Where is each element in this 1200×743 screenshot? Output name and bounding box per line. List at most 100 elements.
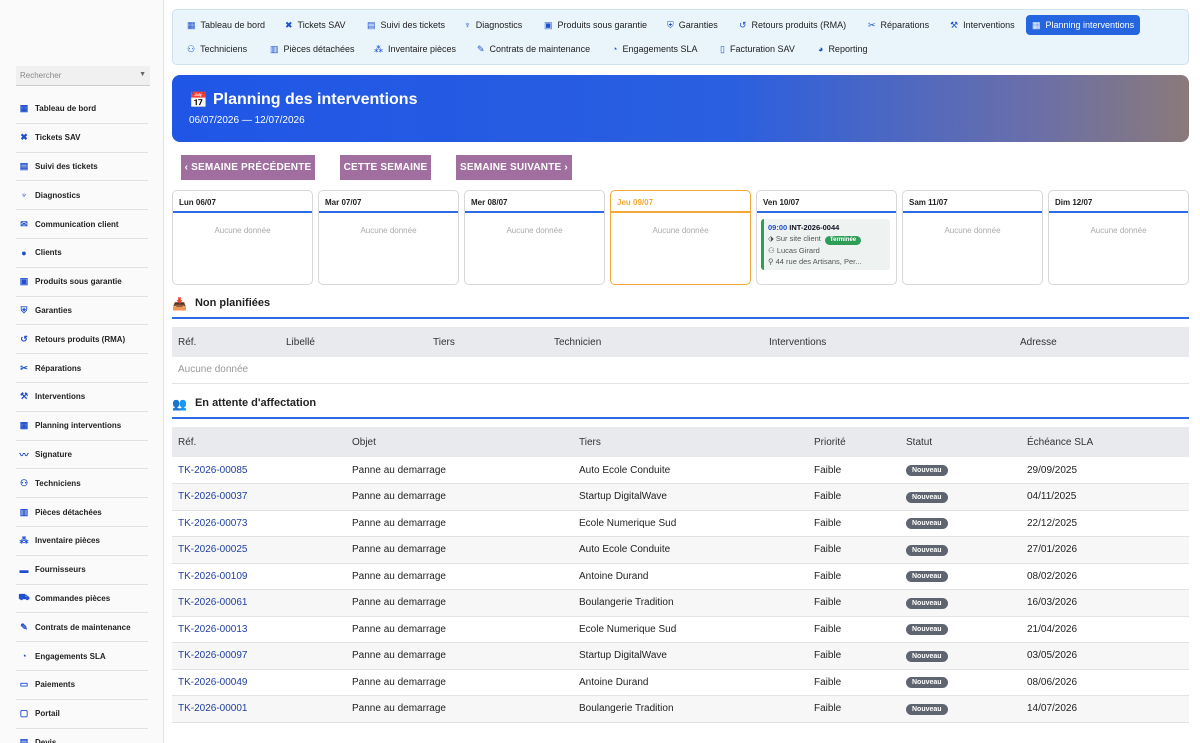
column-header[interactable]: Libellé bbox=[280, 327, 427, 357]
ticket-link[interactable]: TK-2026-00025 bbox=[178, 544, 248, 555]
sidebar-item-portail[interactable]: ▢ Portail bbox=[16, 700, 148, 729]
tab-inventaire-pi-ces[interactable]: ⁂ Inventaire pièces bbox=[368, 39, 462, 59]
tab-pi-ces-d-tach-es[interactable]: ▥ Pièces détachées bbox=[264, 39, 361, 59]
column-header[interactable]: Réf. bbox=[172, 327, 280, 357]
current-week-button[interactable]: CETTE SEMAINE bbox=[340, 155, 431, 180]
table-cell: Faible bbox=[808, 642, 900, 670]
sidebar-item-devis[interactable]: ▤ Devis bbox=[16, 729, 148, 743]
ticket-link[interactable]: TK-2026-00085 bbox=[178, 465, 248, 476]
tab-facturation-sav[interactable]: ▯ Facturation SAV bbox=[714, 39, 801, 59]
user-icon: ● bbox=[21, 247, 27, 258]
table-cell: Startup DigitalWave bbox=[573, 483, 808, 511]
sidebar-item-retours-produits-rma-[interactable]: ↺ Retours produits (RMA) bbox=[16, 325, 148, 355]
tab-garanties[interactable]: ⛨ Garanties bbox=[661, 15, 724, 35]
sidebar-item-tableau-de-bord[interactable]: ▦ Tableau de bord bbox=[16, 95, 148, 124]
sidebar-item-suivi-des-tickets[interactable]: ▤ Suivi des tickets bbox=[16, 153, 148, 182]
table-cell: Panne au demarrage bbox=[346, 589, 573, 617]
day-header: Sam 11/07 bbox=[903, 191, 1042, 213]
section-unplanned: 📥 Non planifiées bbox=[172, 297, 1189, 319]
ticket-link[interactable]: TK-2026-00061 bbox=[178, 597, 248, 608]
table-row[interactable]: TK-2026-00037 Panne au demarrage Startup D… bbox=[172, 483, 1189, 511]
tab-interventions[interactable]: ⚒ Interventions bbox=[944, 15, 1021, 35]
sidebar-item-techniciens[interactable]: ⚇ Techniciens bbox=[16, 469, 148, 499]
column-header[interactable]: Tiers bbox=[573, 427, 808, 457]
intervention-event[interactable]: 09:00 INT-2026-0044 ⬗ Sur site client Term… bbox=[761, 219, 890, 270]
table-cell: Faible bbox=[808, 457, 900, 484]
search-input[interactable]: Rechercher ▼ bbox=[16, 66, 150, 86]
tab-produits-sous-garantie[interactable]: ▣ Produits sous garantie bbox=[538, 15, 653, 35]
sidebar-item-r-parations[interactable]: ✂ Réparations bbox=[16, 354, 148, 383]
day-card: Jeu 09/07 Aucune donnée bbox=[610, 190, 751, 285]
column-header[interactable]: Objet bbox=[346, 427, 573, 457]
table-row[interactable]: TK-2026-00061 Panne au demarrage Boulanger… bbox=[172, 589, 1189, 617]
column-header[interactable]: Adresse bbox=[1014, 327, 1189, 357]
tab-suivi-des-tickets[interactable]: ▤ Suivi des tickets bbox=[361, 15, 451, 35]
ticket-link[interactable]: TK-2026-00109 bbox=[178, 571, 248, 582]
table-cell: 03/05/2026 bbox=[1021, 642, 1189, 670]
table-row[interactable]: TK-2026-00025 Panne au demarrage Auto Ecol… bbox=[172, 536, 1189, 564]
sidebar-item-label: Fournisseurs bbox=[35, 565, 86, 575]
sidebar-item-garanties[interactable]: ⛨ Garanties bbox=[16, 297, 148, 326]
sidebar-item-interventions[interactable]: ⚒ Interventions bbox=[16, 383, 148, 412]
sidebar-item-produits-sous-garantie[interactable]: ▣ Produits sous garantie bbox=[16, 268, 148, 297]
sidebar-item-fournisseurs[interactable]: ▬ Fournisseurs bbox=[16, 556, 148, 585]
table-cell: Startup DigitalWave bbox=[573, 642, 808, 670]
column-header[interactable]: Échéance SLA bbox=[1021, 427, 1189, 457]
column-header[interactable]: Tiers bbox=[427, 327, 548, 357]
tab-r-parations[interactable]: ✂ Réparations bbox=[862, 15, 935, 35]
tab-tickets-sav[interactable]: ✖ Tickets SAV bbox=[279, 15, 352, 35]
ticket-link[interactable]: TK-2026-00013 bbox=[178, 624, 248, 635]
ticket-link[interactable]: TK-2026-00097 bbox=[178, 650, 248, 661]
table-row[interactable]: TK-2026-00109 Panne au demarrage Antoine D… bbox=[172, 563, 1189, 590]
sidebar-item-inventaire-pi-ces[interactable]: ⁂ Inventaire pièces bbox=[16, 527, 148, 556]
table-row[interactable]: TK-2026-00073 Panne au demarrage Ecole Num… bbox=[172, 510, 1189, 537]
table-row[interactable]: TK-2026-00085 Panne au demarrage Auto Ecol… bbox=[172, 457, 1189, 484]
invoice-icon: ▯ bbox=[720, 43, 725, 54]
table-cell: Faible bbox=[808, 589, 900, 617]
table-row[interactable]: TK-2026-00097 Panne au demarrage Startup D… bbox=[172, 642, 1189, 670]
table-icon: ▤ bbox=[367, 19, 376, 30]
sidebar-item-tickets-sav[interactable]: ✖ Tickets SAV bbox=[16, 124, 148, 153]
shield-icon: ⛨ bbox=[667, 19, 674, 30]
sidebar-item-signature[interactable]: 〰 Signature bbox=[16, 441, 148, 470]
stethoscope-icon: ♆ bbox=[464, 20, 471, 30]
day-card: Mer 08/07 Aucune donnée bbox=[464, 190, 605, 285]
sidebar-item-paiements[interactable]: ▭ Paiements bbox=[16, 671, 148, 700]
sidebar-item-engagements-sla[interactable]: ◔ Engagements SLA bbox=[16, 642, 148, 671]
sidebar-item-diagnostics[interactable]: ♆ Diagnostics bbox=[16, 181, 148, 211]
tab-planning-interventions[interactable]: ▦ Planning interventions bbox=[1026, 15, 1141, 35]
sidebar-item-contrats-de-maintenance[interactable]: ✎ Contrats de maintenance bbox=[16, 613, 148, 643]
ticket-link[interactable]: TK-2026-00037 bbox=[178, 491, 248, 502]
ticket-link[interactable]: TK-2026-00073 bbox=[178, 518, 248, 529]
tab-techniciens[interactable]: ⚇ Techniciens bbox=[181, 39, 253, 59]
table-row[interactable]: TK-2026-00001 Panne au demarrage Boulanger… bbox=[172, 695, 1189, 723]
contract-icon: ✎ bbox=[477, 43, 485, 54]
column-header[interactable]: Statut bbox=[900, 427, 1021, 457]
previous-week-button[interactable]: ‹ SEMAINE PRÉCÉDENTE bbox=[181, 155, 315, 180]
box-icon: ▣ bbox=[19, 276, 29, 287]
column-header[interactable]: Priorité bbox=[808, 427, 900, 457]
tab-engagements-sla[interactable]: ◔ Engagements SLA bbox=[606, 39, 704, 59]
tab-retours-produits-rma-[interactable]: ↺ Retours produits (RMA) bbox=[733, 15, 852, 35]
sidebar-item-commandes-pi-ces[interactable]: ⛟ Commandes pièces bbox=[16, 585, 148, 614]
column-header[interactable]: Réf. bbox=[172, 427, 346, 457]
sidebar-item-communication-client[interactable]: ✉ Communication client bbox=[16, 210, 148, 239]
page-header: 📅 Planning des interventions 06/07/2026 … bbox=[172, 75, 1189, 142]
sidebar-item-pi-ces-d-tach-es[interactable]: ▥ Pièces détachées bbox=[16, 498, 148, 527]
column-header[interactable]: Technicien bbox=[548, 327, 763, 357]
ticket-link[interactable]: TK-2026-00001 bbox=[178, 703, 248, 714]
tab-reporting[interactable]: ◕ Reporting bbox=[812, 39, 873, 59]
chevron-down-icon[interactable]: ▼ bbox=[139, 71, 146, 78]
unplanned-table: Réf. Libellé Tiers Technicien Interventions A… bbox=[172, 327, 1189, 384]
sidebar-item-clients[interactable]: ● Clients bbox=[16, 239, 148, 268]
next-week-button[interactable]: SEMAINE SUIVANTE › bbox=[456, 155, 572, 180]
table-row[interactable]: TK-2026-00049 Panne au demarrage Antoine D… bbox=[172, 669, 1189, 696]
column-header[interactable]: Interventions bbox=[763, 327, 1014, 357]
tab-contrats-de-maintenance[interactable]: ✎ Contrats de maintenance bbox=[471, 39, 596, 59]
sidebar-item-planning-interventions[interactable]: ▦ Planning interventions bbox=[16, 412, 148, 441]
tab-tableau-de-bord[interactable]: ▦ Tableau de bord bbox=[181, 15, 271, 35]
ticket-ref-cell: TK-2026-00049 bbox=[172, 669, 346, 696]
tab-diagnostics[interactable]: ♆ Diagnostics bbox=[458, 15, 528, 35]
table-row[interactable]: TK-2026-00013 Panne au demarrage Ecole Num… bbox=[172, 616, 1189, 643]
ticket-link[interactable]: TK-2026-00049 bbox=[178, 677, 248, 688]
